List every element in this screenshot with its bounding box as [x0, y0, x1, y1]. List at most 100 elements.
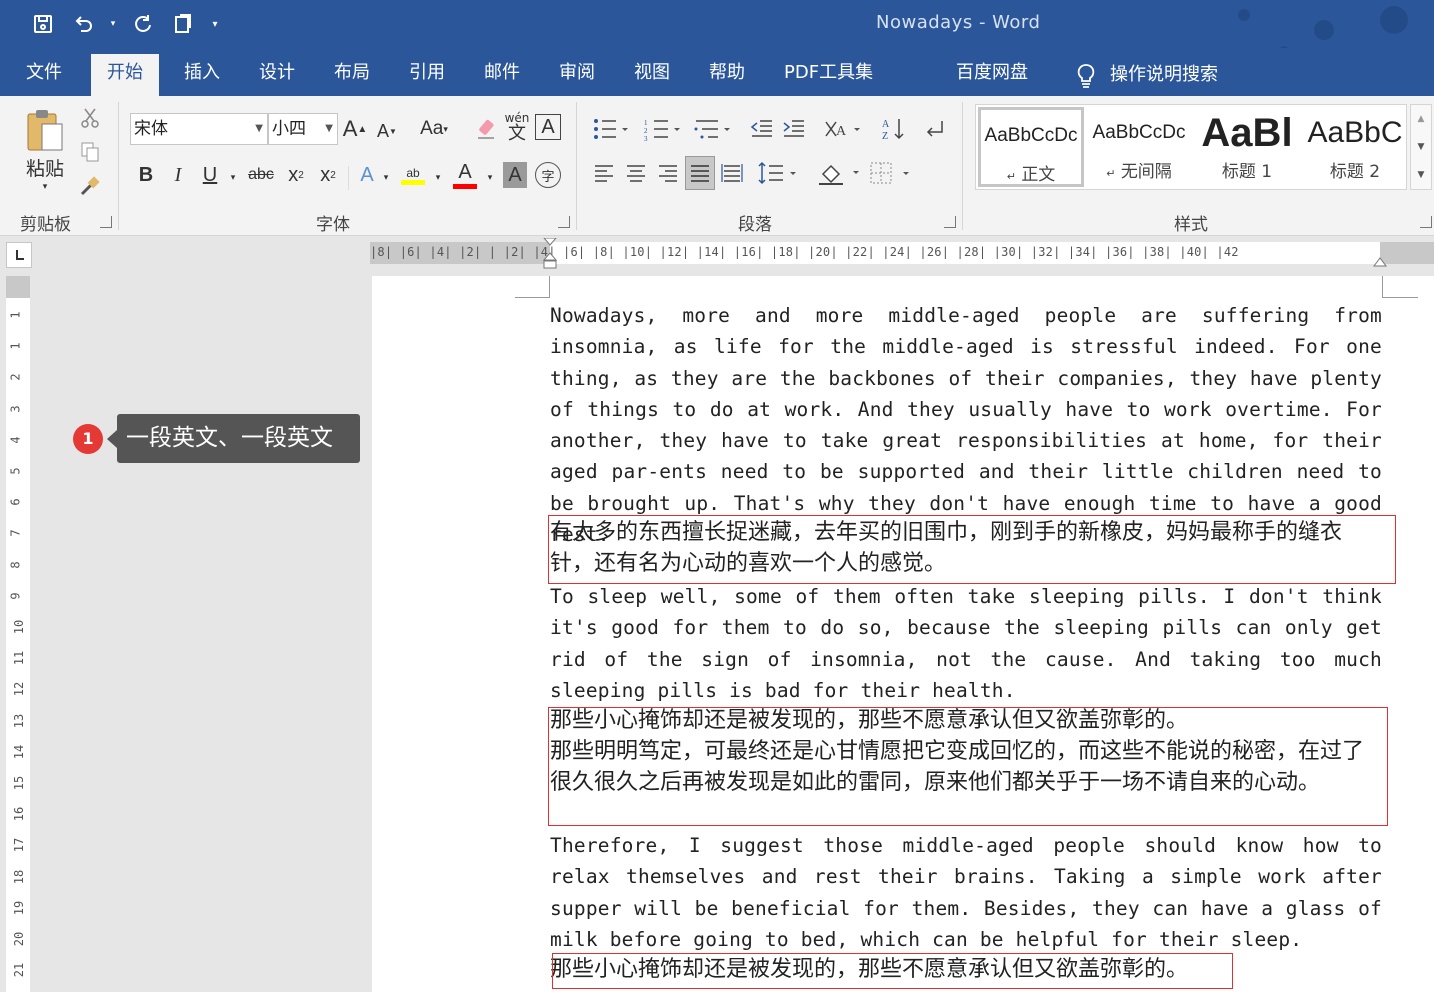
styles-gallery-scroll: ▲ ▼ ▼	[1410, 104, 1432, 190]
ruler-tick-label: 21	[12, 962, 27, 978]
style-sample: AaBbC	[1307, 116, 1403, 149]
tab-design[interactable]: 设计	[243, 54, 311, 96]
increase-indent-icon[interactable]	[780, 114, 808, 144]
gallery-up-icon[interactable]: ▲	[1411, 105, 1431, 133]
style-normal[interactable]: AaBbCcDc ↵ 正文	[978, 107, 1084, 187]
tab-selector[interactable]	[6, 242, 32, 268]
tab-view[interactable]: 视图	[618, 54, 686, 96]
ruler-labels: |8| |6| |4| |2| | |2| |4| |6| |8| |10| |…	[370, 245, 1239, 259]
justify-icon[interactable]	[685, 156, 715, 190]
tell-me-label: 操作说明搜索	[1110, 64, 1218, 85]
font-color-icon[interactable]: A	[450, 156, 480, 192]
bold-button[interactable]: B	[134, 160, 158, 190]
sort-icon[interactable]: AZ	[878, 114, 908, 144]
ruler-tick-label: 3	[8, 404, 23, 413]
paragraph-launcher-icon[interactable]	[944, 216, 956, 228]
tab-baidu-netdisk[interactable]: 百度网盘	[940, 54, 1044, 96]
subscript-button[interactable]: x2	[282, 160, 310, 190]
multilevel-list-icon[interactable]	[692, 114, 732, 144]
ruler-tick-label: 7	[8, 529, 23, 538]
paragraph-en-2[interactable]: To sleep well, some of them often take s…	[550, 581, 1382, 706]
tab-help[interactable]: 帮助	[693, 54, 761, 96]
text-effects-dropdown-icon[interactable]: ▾	[380, 162, 392, 192]
tab-layout[interactable]: 布局	[318, 54, 386, 96]
font-color-dropdown-icon[interactable]: ▾	[484, 162, 496, 192]
tab-insert[interactable]: 插入	[168, 54, 236, 96]
font-size-combo[interactable]: 小四 ▼	[268, 113, 338, 145]
show-formatting-marks-icon[interactable]	[920, 114, 948, 144]
underline-dropdown-icon[interactable]: ▾	[226, 162, 240, 192]
superscript-button[interactable]: x2	[314, 160, 342, 190]
underline-button[interactable]: U	[198, 160, 222, 190]
tab-pdf-tools[interactable]: PDF工具集	[768, 54, 889, 96]
styles-launcher-icon[interactable]	[1420, 216, 1432, 228]
ruler-tick-label: 14	[12, 744, 27, 760]
font-name-combo[interactable]: 宋体 ▼	[130, 113, 268, 145]
shrink-font-button[interactable]: A ▼	[374, 116, 400, 146]
svg-text:3: 3	[644, 135, 648, 141]
indent-marker-icon[interactable]	[542, 238, 558, 272]
save-icon[interactable]	[28, 10, 58, 38]
character-border-icon[interactable]: A	[535, 114, 561, 140]
copy-icon[interactable]	[78, 140, 102, 164]
vertical-ruler[interactable]: 1 1 2 3 4 5 6 7 8 9 10 11 12 13 14 15 16 17 18 19 20 21	[6, 276, 30, 992]
paragraph-group-label: 段落	[738, 215, 772, 235]
touch-mode-icon[interactable]	[168, 10, 198, 38]
decrease-indent-icon[interactable]	[748, 114, 776, 144]
shading-icon[interactable]	[816, 158, 862, 188]
tell-me-search[interactable]: 操作说明搜索	[1060, 54, 1234, 96]
chevron-down-icon: ▼	[325, 123, 333, 134]
grow-font-button[interactable]: A ▲	[342, 114, 368, 144]
align-right-icon[interactable]	[654, 158, 682, 188]
title-bar: ▾ ▾ Nowadays - Word	[0, 0, 1434, 75]
style-heading-2[interactable]: AaBbC 标题 2	[1302, 107, 1408, 187]
phonetic-guide-button[interactable]: wén 文	[504, 110, 530, 146]
font-size-value: 小四	[272, 119, 306, 139]
line-spacing-icon[interactable]	[756, 158, 800, 188]
align-center-icon[interactable]	[622, 158, 650, 188]
chevron-down-icon: ▼	[255, 123, 263, 134]
customize-qat-icon[interactable]: ▾	[208, 10, 222, 38]
highlight-dropdown-icon[interactable]: ▾	[432, 162, 444, 192]
undo-icon[interactable]	[68, 10, 98, 38]
paragraph-en-3[interactable]: Therefore, I suggest those middle-aged p…	[550, 830, 1382, 955]
callout-label: 一段英文、一段英文	[117, 414, 360, 463]
distributed-icon[interactable]	[718, 158, 746, 188]
align-left-icon[interactable]	[590, 158, 618, 188]
undo-dropdown-icon[interactable]: ▾	[108, 10, 118, 38]
clipboard-launcher-icon[interactable]	[100, 216, 112, 228]
horizontal-ruler[interactable]: |8| |6| |4| |2| | |2| |4| |6| |8| |10| |…	[370, 238, 1434, 269]
gallery-down-icon[interactable]: ▼	[1411, 133, 1431, 161]
style-no-spacing[interactable]: AaBbCcDc ↵ 无间隔	[1086, 107, 1192, 187]
group-separator	[962, 102, 963, 230]
change-case-button[interactable]: Aa ▾	[412, 114, 456, 144]
italic-button[interactable]: I	[166, 160, 190, 190]
text-effects-icon[interactable]: A	[354, 160, 380, 190]
paragraph-en-1[interactable]: Nowadays, more and more middle-aged peop…	[550, 300, 1382, 550]
ruler-tick-label: 13	[12, 713, 27, 728]
clear-formatting-icon[interactable]	[472, 114, 500, 144]
gallery-more-icon[interactable]: ▼	[1411, 161, 1431, 189]
redo-icon[interactable]	[128, 10, 158, 38]
tab-mailings[interactable]: 邮件	[468, 54, 536, 96]
strikethrough-button[interactable]: abc	[246, 160, 276, 190]
numbering-icon[interactable]: 123	[642, 114, 682, 144]
cut-icon[interactable]	[78, 106, 102, 130]
ruler-tick-label: 11	[12, 650, 27, 666]
right-indent-marker-icon[interactable]	[1372, 254, 1388, 268]
style-heading-1[interactable]: AaBl 标题 1	[1194, 107, 1300, 187]
bullets-icon[interactable]	[590, 114, 630, 144]
borders-icon[interactable]	[868, 158, 914, 188]
tab-file[interactable]: 文件	[10, 54, 78, 96]
font-launcher-icon[interactable]	[558, 216, 570, 228]
paste-button[interactable]: 粘贴 ▾	[20, 104, 70, 196]
enclose-characters-icon[interactable]: 字	[535, 162, 561, 188]
character-shading-icon[interactable]: A	[503, 162, 527, 188]
format-painter-icon[interactable]	[78, 174, 102, 198]
highlight-color-icon[interactable]: ab	[398, 158, 428, 192]
chinese-layout-icon[interactable]: A	[820, 114, 864, 144]
styles-gallery: AaBbCcDc ↵ 正文 AaBbCcDc ↵ 无间隔 AaBl 标题 1 A…	[975, 104, 1407, 190]
tab-home[interactable]: 开始	[91, 54, 159, 96]
tab-review[interactable]: 审阅	[543, 54, 611, 96]
tab-references[interactable]: 引用	[393, 54, 461, 96]
